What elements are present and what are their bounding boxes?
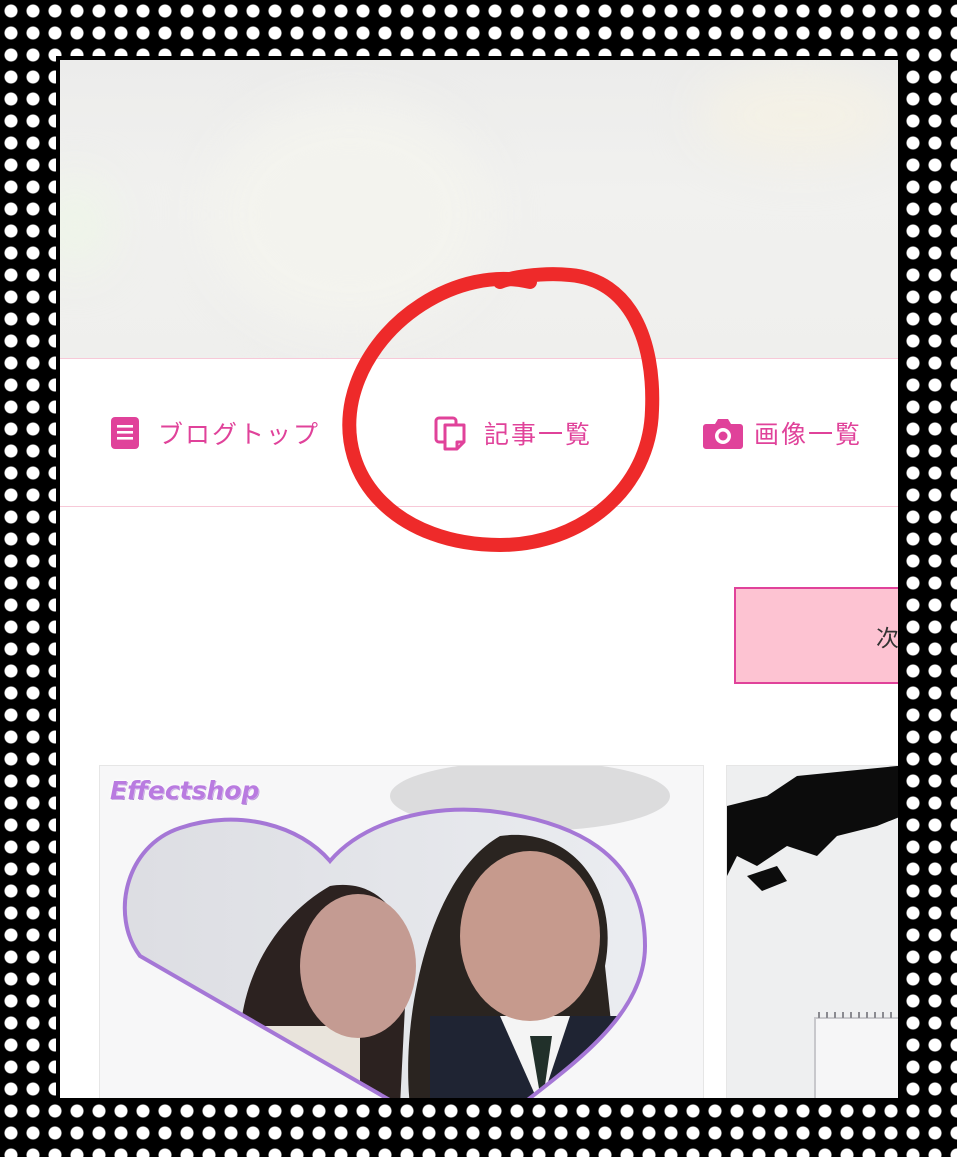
camera-icon [702,414,743,452]
nav-blog-top[interactable]: ブログトップ [106,359,320,506]
blog-nav-bar: ブログトップ 記事一覧 画像一覧 [60,358,898,507]
blog-header-image [60,60,898,358]
article-thumbnail[interactable] [726,765,898,1098]
couple-photo-image [100,766,703,1098]
sketch-photo-image [727,766,898,1098]
copy-pages-icon [432,414,470,452]
header-blur-shape [700,70,898,160]
phone-screen: ブログトップ 記事一覧 画像一覧 次 Effectshop [60,60,898,1098]
nav-blog-top-label: ブログトップ [158,419,321,449]
nav-article-list[interactable]: 記事一覧 [432,359,592,506]
nav-image-list-label: 画像一覧 [754,419,863,449]
header-blur-shape [60,180,110,270]
header-blur-shape [210,100,490,330]
document-list-icon [106,414,144,452]
next-page-label: 次 [876,625,898,652]
nav-article-list-label: 記事一覧 [484,419,593,449]
next-page-button[interactable]: 次 [734,587,898,684]
article-thumbnail[interactable]: Effectshop [99,765,704,1098]
nav-image-list[interactable]: 画像一覧 [702,359,862,506]
effectshop-watermark: Effectshop [110,776,260,805]
